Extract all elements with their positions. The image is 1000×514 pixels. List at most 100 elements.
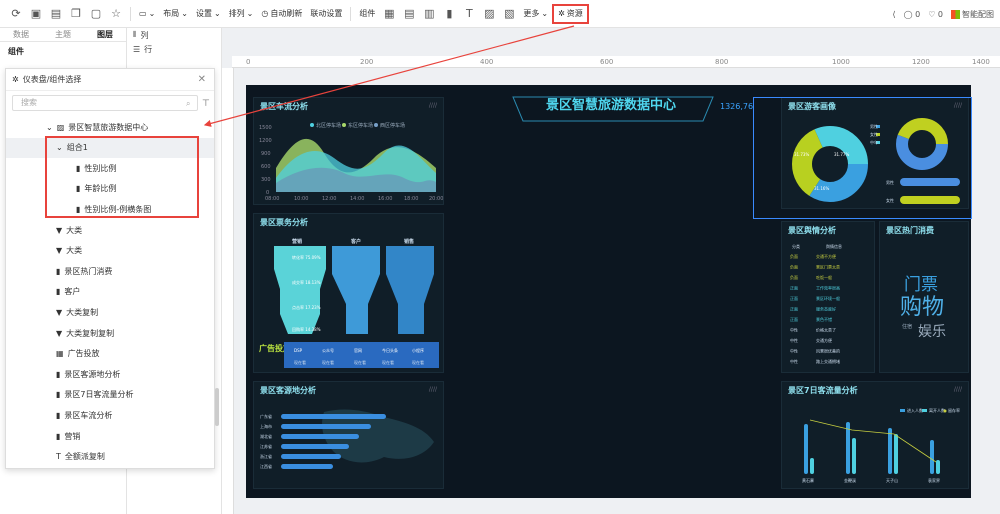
bar-chart-icon[interactable]: ▮ <box>439 4 459 24</box>
tree-node[interactable]: ▦ 广告投放 <box>6 344 100 364</box>
x-tick: 袁家界 <box>928 477 940 483</box>
more-menu[interactable]: 更多 ⌄ <box>519 4 552 24</box>
search-input[interactable]: 搜索 <box>12 95 198 111</box>
sentiment-panel[interactable]: 景区舆情分析 分类 舆情信息 负面 交通不方便 负面 景区门票太贵 负面 吃饭一般 正面 工作… <box>781 221 875 373</box>
ruler-tick: 200 <box>360 58 374 66</box>
tree-node[interactable]: ▼ 大类复制复制 <box>6 323 114 343</box>
funnel-shape <box>386 246 434 334</box>
grid-icon[interactable]: ▥ <box>419 4 439 24</box>
tree-node-label: 客户 <box>64 287 81 297</box>
x-tick: 12:00 <box>322 196 336 202</box>
like-button[interactable]: ♡ 0 <box>928 10 943 19</box>
puzzle-icon: ✲ <box>558 9 565 18</box>
city-label: 湖北省 <box>260 433 272 439</box>
resource-button[interactable]: ✲ 资源 <box>552 3 589 24</box>
retention-line <box>809 419 937 463</box>
scrollbar[interactable] <box>215 388 219 426</box>
left-tabs: 数据 主题 图层 <box>0 28 126 42</box>
tree-node-label: 大类复制 <box>66 307 99 317</box>
filter-icon[interactable]: ⊤ <box>202 99 210 109</box>
tree-node[interactable]: ▮ 景区7日客流量分析 <box>6 385 134 405</box>
linkage-button[interactable]: 联动设置 <box>306 4 346 24</box>
sentiment-text: 景区环境一般 <box>816 295 840 301</box>
table-header: 分类 <box>792 243 800 249</box>
chevron-down-icon: ⌄ <box>541 9 549 18</box>
tree-node[interactable]: ⌄ ▨ 景区智慧旅游数据中心 <box>6 117 148 137</box>
ad-cell: 现在看 <box>322 359 334 365</box>
tree-node[interactable]: ▼ 大类 <box>6 241 82 261</box>
sentiment-text: 交通方便 <box>816 337 832 343</box>
save-as-icon[interactable]: ▤ <box>46 4 66 24</box>
chevron-down-icon: ⌄ <box>181 9 188 18</box>
tree-node[interactable]: ▮ 营销 <box>6 426 80 446</box>
layout-label: 布局 <box>163 9 180 18</box>
city-label: 上海市 <box>260 423 272 429</box>
chevron-down-icon[interactable]: ⌄ <box>46 123 53 132</box>
chevron-down-icon: ⌄ <box>213 9 221 18</box>
settings-menu[interactable]: 设置 ⌄ <box>192 4 225 24</box>
tab-layers[interactable]: 图层 <box>84 28 126 41</box>
sentiment-category: 正面 <box>790 296 798 301</box>
share-icon[interactable]: ⟨ <box>892 10 895 19</box>
hot-consume-panel[interactable]: 景区热门消费 门票 购物 住宿 娱乐 <box>879 221 969 373</box>
sentiment-text: 交通不方便 <box>816 253 836 259</box>
comment-button[interactable]: ◯ 0 <box>904 10 921 19</box>
bar <box>888 428 892 474</box>
auto-refresh-button[interactable]: ◷ 自动刷新 <box>257 4 306 24</box>
close-icon[interactable]: ✕ <box>198 74 206 85</box>
city-bar <box>281 434 359 439</box>
sentiment-category: 负面 <box>790 253 798 259</box>
tree-node[interactable]: ▼ 大类 <box>6 220 82 240</box>
refresh-icon[interactable]: ⟳ <box>6 4 26 24</box>
tree-node[interactable]: ▮ 景区客源地分析 <box>6 364 120 384</box>
text-icon[interactable]: T <box>459 4 479 24</box>
funnel-label: 点击率 17.23% <box>292 304 321 310</box>
selection-rect[interactable] <box>753 97 972 219</box>
ruler-tick: 800 <box>715 58 729 66</box>
city-label: 广东省 <box>260 413 272 419</box>
ruler-tick: 400 <box>480 58 494 66</box>
tree-node[interactable]: T 全额派复制 <box>6 447 105 467</box>
highlight-box <box>45 136 199 218</box>
row-row[interactable]: ☰ 行 <box>127 42 221 56</box>
vertical-ruler <box>222 68 234 514</box>
tree-node[interactable]: ▮ 客户 <box>6 282 80 302</box>
device-button[interactable]: ▭ ⌄ <box>135 4 159 24</box>
richtext-icon[interactable]: ▧ <box>499 4 519 24</box>
city-bar <box>281 414 386 419</box>
tree-node[interactable]: ▮ 景区车流分析 <box>6 405 112 425</box>
sentiment-text: 风景很优美的 <box>816 348 840 354</box>
arrange-menu[interactable]: 排列 ⌄ <box>225 4 258 24</box>
car-flow-panel[interactable]: 景区车流分析 //// 北区停车场 东区停车场 西区停车场 1500 1200 … <box>253 97 444 205</box>
tree-node[interactable]: ▼ 大类复制 <box>6 302 98 322</box>
layout-menu[interactable]: 布局 ⌄ <box>159 4 192 24</box>
copy-icon[interactable]: ❐ <box>66 4 86 24</box>
save-icon[interactable]: ▣ <box>26 4 46 24</box>
sentiment-text: 服务态度好 <box>816 306 836 312</box>
city-label: 浙江省 <box>260 453 272 459</box>
flow7-panel[interactable]: 景区7日客流量分析 //// 进入人数 离开人数 留存率 黄石寨 金鞭溪 天子山… <box>781 381 969 489</box>
preview-icon[interactable]: ▢ <box>86 4 106 24</box>
image-icon[interactable]: ▨ <box>479 4 499 24</box>
tab-data[interactable]: 数据 <box>0 28 42 41</box>
sentiment-table: 分类 舆情信息 负面 交通不方便负面 景区门票太贵负面 吃饭一般正面 工作效率很高正面景… <box>790 243 842 364</box>
tree-node[interactable]: ▮ 景区热门消费 <box>6 261 112 281</box>
more-label: 更多 <box>523 9 540 18</box>
bar <box>894 434 898 474</box>
linkage-label: 联动设置 <box>310 9 343 18</box>
arrange-label: 排列 <box>228 9 245 18</box>
tab-theme[interactable]: 主题 <box>42 28 84 41</box>
search-icon[interactable]: ⌕ <box>186 99 190 109</box>
title-banner <box>512 96 714 122</box>
ruler-tick: 1000 <box>832 58 850 66</box>
sentiment-category: 中性 <box>790 327 798 333</box>
business-panel[interactable]: 景区票务分析 营销 客户 销售 转化率 75.09% 成交率 18.13% 点击… <box>253 213 444 373</box>
star-icon[interactable]: ☆ <box>106 4 126 24</box>
source-panel[interactable]: 景区客源地分析 //// 广东省 上海市 湖北省 江苏省 浙江省 江西省 <box>253 381 444 489</box>
table-icon[interactable]: ▦ <box>379 4 399 24</box>
smart-layout-button[interactable]: 智能配图 <box>951 9 994 20</box>
selector-title: 仪表盘/组件选择 <box>22 75 82 84</box>
column-row[interactable]: ⦀ 列 <box>127 28 221 42</box>
city-label: 江苏省 <box>260 443 272 449</box>
crosstab-icon[interactable]: ▤ <box>399 4 419 24</box>
